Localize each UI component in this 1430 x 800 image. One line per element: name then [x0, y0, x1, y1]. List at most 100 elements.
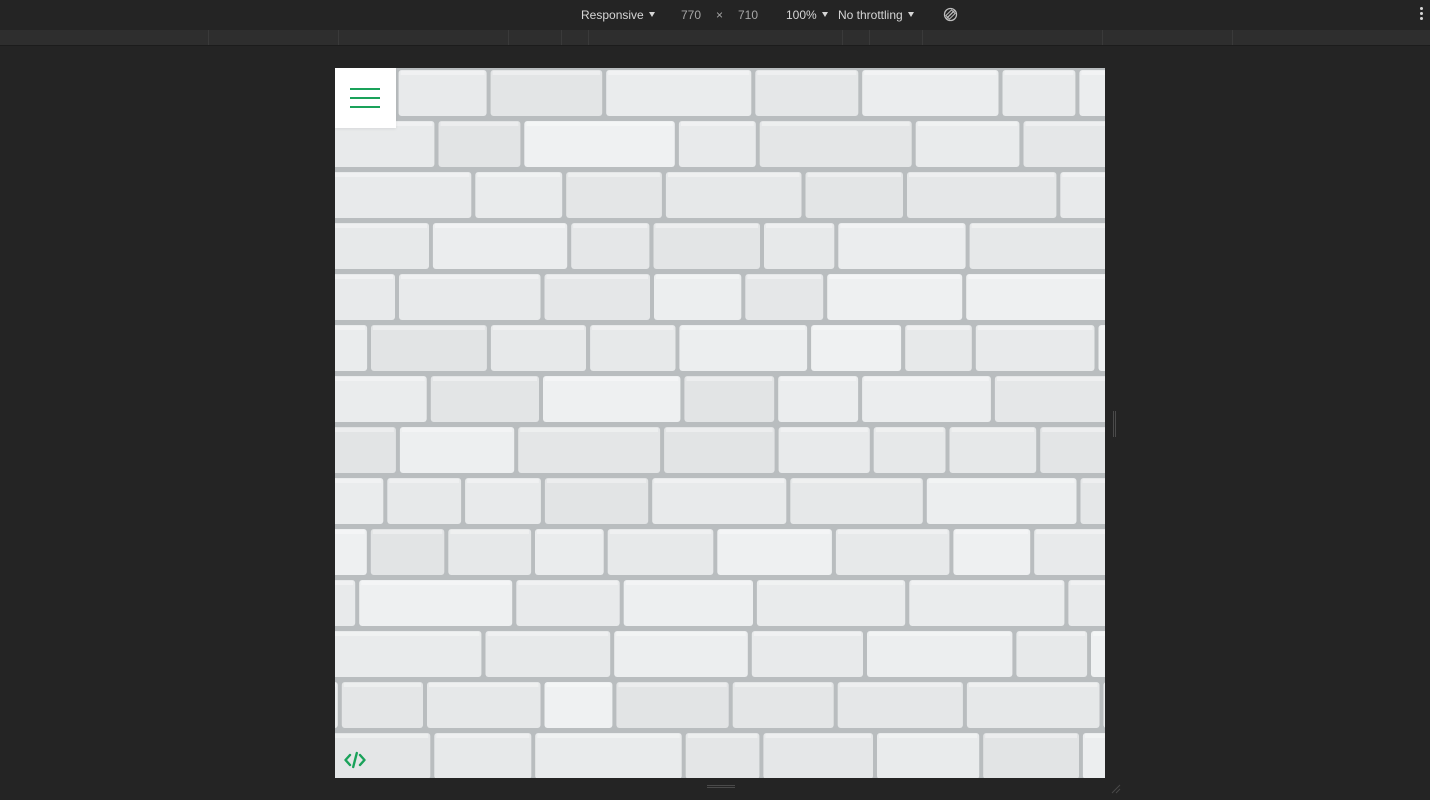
- device-mode-dropdown[interactable]: Responsive: [581, 8, 655, 22]
- zoom-dropdown[interactable]: 100%: [786, 8, 828, 22]
- brick: [873, 427, 946, 473]
- chevron-down-icon: [648, 12, 655, 17]
- brick: [427, 682, 541, 728]
- brick: [679, 325, 808, 371]
- height-input[interactable]: 710: [726, 6, 770, 24]
- brick: [778, 376, 859, 422]
- brick: [837, 682, 963, 728]
- brick: [1068, 580, 1105, 626]
- brick: [838, 223, 966, 269]
- brick: [571, 223, 650, 269]
- brick: [1091, 631, 1105, 677]
- brick: [430, 376, 539, 422]
- brick: [335, 682, 338, 728]
- brick: [544, 682, 613, 728]
- brick: [1103, 682, 1105, 728]
- brick: [544, 274, 650, 320]
- resize-handle-bottom[interactable]: [707, 784, 735, 790]
- brick: [606, 70, 752, 116]
- brick: [966, 682, 1100, 728]
- brick: [544, 478, 649, 524]
- brick: [398, 70, 487, 116]
- hamburger-menu-icon: [350, 88, 380, 90]
- brick: [953, 529, 1031, 575]
- brick: [969, 223, 1105, 269]
- brick: [485, 631, 611, 677]
- brick: [665, 172, 802, 218]
- brick: [1016, 631, 1088, 677]
- brick: [335, 325, 368, 371]
- brick: [664, 427, 775, 473]
- chevron-down-icon: [907, 12, 914, 17]
- brick: [335, 274, 395, 320]
- brick: [335, 172, 472, 218]
- brick: [1040, 427, 1105, 473]
- brick: [975, 325, 1095, 371]
- brick: [805, 172, 903, 218]
- brick: [678, 121, 756, 167]
- resize-handle-right[interactable]: [1112, 411, 1118, 437]
- brick-wall-background: [335, 68, 1105, 778]
- brick: [759, 121, 912, 167]
- brick: [751, 631, 863, 677]
- brick: [653, 223, 760, 269]
- more-options-icon[interactable]: [1420, 7, 1424, 23]
- brick: [983, 733, 1079, 778]
- brick: [335, 427, 396, 473]
- brick: [764, 223, 835, 269]
- brick: [907, 172, 1057, 218]
- brick: [335, 580, 356, 626]
- resize-corner-handle[interactable]: [1108, 781, 1122, 795]
- brick: [915, 121, 1020, 167]
- brick: [335, 529, 367, 575]
- brick: [909, 580, 1065, 626]
- brick: [335, 478, 384, 524]
- brick: [616, 682, 729, 728]
- brick: [877, 733, 980, 778]
- throttling-dropdown[interactable]: No throttling: [838, 8, 914, 22]
- brick: [518, 427, 661, 473]
- brick: [755, 70, 859, 116]
- brick: [590, 325, 676, 371]
- code-icon-button[interactable]: [344, 751, 366, 769]
- brick: [614, 631, 748, 677]
- width-input[interactable]: 770: [669, 6, 713, 24]
- brick: [862, 70, 999, 116]
- brick: [387, 478, 462, 524]
- brick: [371, 325, 487, 371]
- page-viewport[interactable]: [335, 68, 1105, 778]
- brick: [465, 478, 541, 524]
- brick: [827, 274, 963, 320]
- brick: [790, 478, 923, 524]
- brick: [862, 376, 991, 422]
- rotate-button[interactable]: [943, 7, 958, 22]
- brick: [1082, 733, 1105, 778]
- brick: [370, 529, 445, 575]
- brick: [994, 376, 1105, 422]
- brick: [335, 631, 482, 677]
- brick: [1080, 478, 1105, 524]
- device-mode-label: Responsive: [581, 8, 644, 22]
- throttling-label: No throttling: [838, 8, 903, 22]
- brick: [745, 274, 824, 320]
- brick: [516, 580, 620, 626]
- dimension-separator: ×: [716, 8, 724, 22]
- brick: [1023, 121, 1105, 167]
- brick: [966, 274, 1105, 320]
- brick: [399, 427, 515, 473]
- brick: [607, 529, 714, 575]
- brick: [867, 631, 1013, 677]
- brick: [535, 733, 682, 778]
- media-query-bar[interactable]: [0, 30, 1430, 46]
- brick: [543, 376, 681, 422]
- brick: [335, 223, 429, 269]
- brick: [756, 580, 906, 626]
- brick: [1002, 70, 1076, 116]
- brick: [566, 172, 662, 218]
- zoom-label: 100%: [786, 8, 817, 22]
- brick: [1098, 325, 1105, 371]
- brick: [732, 682, 834, 728]
- rotate-icon: [943, 7, 958, 22]
- hamburger-menu-button[interactable]: [335, 68, 396, 128]
- brick: [434, 733, 532, 778]
